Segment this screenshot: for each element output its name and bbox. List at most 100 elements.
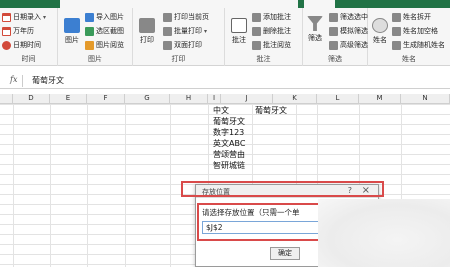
group-label-filter: 筛选: [328, 55, 342, 63]
calendar-icon: [2, 12, 11, 22]
image-button-label: 图片: [65, 36, 79, 44]
print-current-page-button[interactable]: 打印当前页: [163, 12, 209, 22]
simulate-filter-icon: [329, 26, 338, 36]
column-header-k[interactable]: K: [273, 94, 317, 104]
cell-i1[interactable]: 中文: [213, 106, 229, 116]
cell-i4[interactable]: 英文ABC: [213, 139, 245, 149]
import-image-button[interactable]: 导入图片: [85, 12, 124, 22]
image-button[interactable]: 图片: [64, 18, 80, 45]
name-button-label: 姓名: [373, 36, 387, 44]
group-label-image: 图片: [88, 55, 102, 63]
region-screenshot-button[interactable]: 选区截图: [85, 26, 124, 36]
comment-preview-icon: [252, 40, 261, 50]
ribbon: 日期录入 ▾ 万年历 日期时间 时间 图片 导入图片 选区截图 图片阅览 图片 …: [0, 0, 450, 66]
ribbon-tab-marker: [298, 0, 304, 8]
duplex-print-icon: [163, 40, 172, 50]
column-header-h[interactable]: H: [170, 94, 208, 104]
image-preview-label: 图片阅览: [96, 41, 124, 49]
perpetual-calendar-button[interactable]: 万年历: [2, 26, 34, 36]
delete-comment-label: 删除批注: [263, 27, 291, 35]
group-label-datetime: 时间: [21, 55, 36, 63]
column-header-e[interactable]: E: [50, 94, 87, 104]
delete-comment-icon: [252, 26, 261, 36]
column-header-m[interactable]: M: [359, 94, 401, 104]
print-button-label: 打印: [140, 36, 154, 44]
group-label-name: 姓名: [402, 55, 416, 63]
column-header-i[interactable]: I: [208, 94, 221, 104]
column-header-l[interactable]: L: [317, 94, 359, 104]
ribbon-active-tab[interactable]: [0, 0, 60, 8]
comment-preview-button[interactable]: 批注阅览: [252, 40, 291, 50]
chevron-down-icon: ▾: [204, 27, 208, 35]
image-preview-icon: [85, 40, 94, 50]
ribbon-tab-highlight[interactable]: [335, 0, 450, 8]
gridline: [13, 104, 14, 267]
name-button[interactable]: 姓名: [372, 18, 388, 45]
import-image-label: 导入图片: [96, 13, 124, 21]
annotate-button[interactable]: 批注: [231, 18, 247, 45]
comment-preview-label: 批注阅览: [263, 41, 291, 49]
filter-button[interactable]: 筛选: [307, 16, 323, 43]
advanced-filter-button[interactable]: 高级筛选: [329, 40, 368, 50]
date-entry-button[interactable]: 日期录入 ▾: [2, 12, 46, 22]
column-header-n[interactable]: N: [401, 94, 450, 104]
random-name-button[interactable]: 生成随机姓名: [392, 40, 445, 50]
filter-button-label: 筛选: [308, 34, 322, 42]
cell-i6[interactable]: 智研城链: [213, 161, 245, 171]
image-icon: [64, 18, 80, 33]
name-add-space-label: 姓名加空格: [403, 27, 438, 35]
ok-button[interactable]: 确定: [270, 247, 300, 260]
split-name-label: 姓名拆开: [403, 13, 431, 21]
print-button[interactable]: 打印: [139, 18, 155, 45]
split-name-button[interactable]: 姓名拆开: [392, 12, 431, 22]
formula-bar-divider: [22, 75, 23, 87]
datetime-button[interactable]: 日期时间: [2, 40, 41, 50]
annotate-button-label: 批注: [232, 36, 246, 44]
filter-selected-label: 筛选选中: [340, 13, 368, 21]
random-name-label: 生成随机姓名: [403, 41, 445, 49]
cell-i2[interactable]: 葡萄牙文: [213, 117, 245, 127]
column-header-g[interactable]: G: [125, 94, 170, 104]
add-comment-icon: [252, 12, 261, 22]
printer-icon: [139, 18, 155, 33]
batch-print-icon: [163, 26, 172, 36]
simulate-filter-button[interactable]: 模拟筛选: [329, 26, 368, 36]
column-header-d[interactable]: D: [13, 94, 50, 104]
image-preview-button[interactable]: 图片阅览: [85, 40, 124, 50]
split-name-icon: [392, 12, 401, 22]
formula-bar[interactable]: fx 葡萄牙文: [0, 73, 450, 89]
filter-funnel-icon: [307, 16, 323, 31]
batch-print-button[interactable]: 批量打印 ▾: [163, 26, 207, 36]
name-add-space-button[interactable]: 姓名加空格: [392, 26, 438, 36]
formula-bar-value[interactable]: 葡萄牙文: [32, 75, 64, 86]
fx-icon[interactable]: fx: [10, 75, 17, 84]
clock-icon: [2, 40, 11, 50]
import-image-icon: [85, 12, 94, 22]
group-name: 姓名 姓名拆开 姓名加空格 生成随机姓名 姓名: [368, 8, 450, 66]
cell-i3[interactable]: 数字123: [213, 128, 244, 138]
print-current-page-label: 打印当前页: [174, 13, 209, 21]
cell-j1[interactable]: 葡萄牙文: [255, 106, 287, 116]
region-screenshot-label: 选区截图: [96, 27, 124, 35]
perpetual-calendar-label: 万年历: [13, 27, 34, 35]
screenshot-icon: [85, 26, 94, 36]
filter-selected-icon: [329, 12, 338, 22]
column-header-f[interactable]: F: [87, 94, 125, 104]
group-filter: 筛选 筛选选中 模拟筛选 高级筛选 筛选: [303, 8, 368, 66]
batch-print-label: 批量打印: [174, 27, 202, 35]
cell-i5[interactable]: 营颂营由: [213, 150, 245, 160]
duplex-print-button[interactable]: 双面打印: [163, 40, 202, 50]
name-add-space-icon: [392, 26, 401, 36]
chevron-down-icon: ▾: [43, 13, 47, 21]
group-label-annotate: 批注: [256, 55, 271, 63]
add-comment-button[interactable]: 添加批注: [252, 12, 291, 22]
delete-comment-button[interactable]: 删除批注: [252, 26, 291, 36]
select-all-corner[interactable]: [0, 94, 13, 104]
advanced-filter-icon: [329, 40, 338, 50]
filter-selected-button[interactable]: 筛选选中: [329, 12, 368, 22]
gridline: [87, 104, 88, 267]
column-header-j[interactable]: J: [221, 94, 273, 104]
title-highlight-box: [181, 181, 384, 197]
printer-icon: [163, 12, 172, 22]
date-entry-label: 日期录入: [13, 13, 41, 21]
